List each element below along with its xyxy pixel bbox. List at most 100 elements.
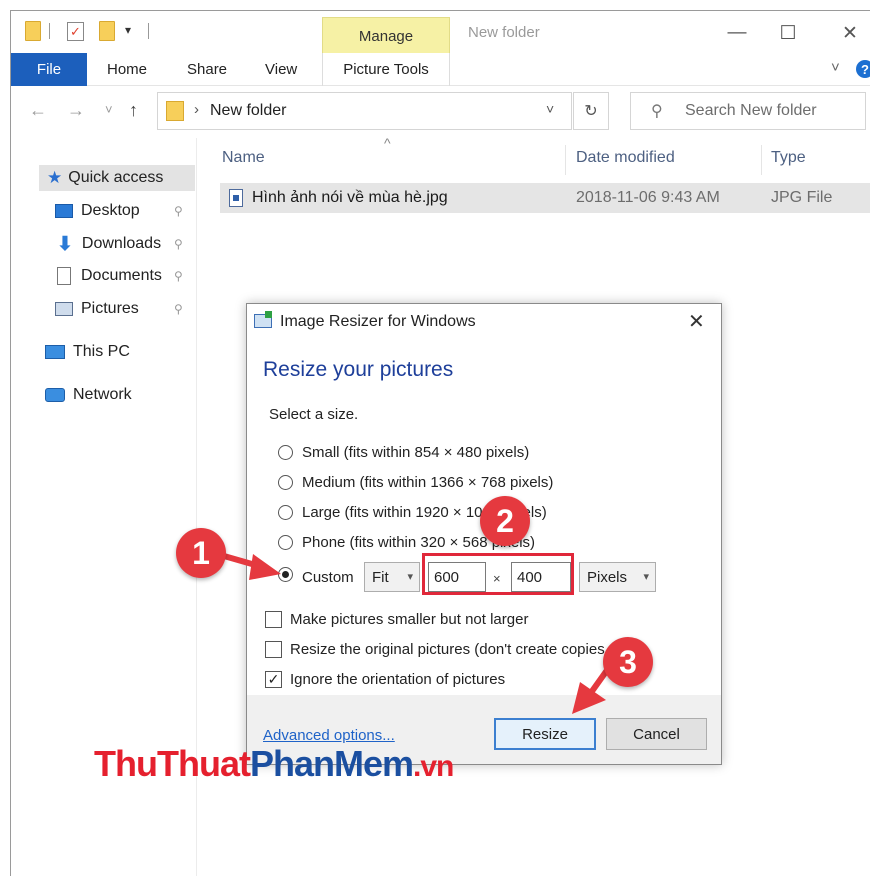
fit-mode-value: Fit [372,568,389,586]
network-icon [45,388,65,402]
chevron-down-icon: ▾ [407,571,413,583]
unit-select[interactable]: Pixels ▾ [579,562,656,592]
maximize-button[interactable]: ☐ [773,19,803,47]
unit-value: Pixels [587,568,628,586]
sidebar-item-label: Quick access [68,169,164,186]
address-row: ← → ˅ ↑ › New folder ˅ ↻ ⚲ Search New fo… [11,86,870,138]
sidebar-item-desktop[interactable]: Desktop [55,198,140,224]
manage-tab[interactable]: Manage [322,17,450,54]
tab-share[interactable]: Share [187,61,227,78]
sidebar-item-label: Downloads [81,235,162,252]
watermark-part: .vn [413,750,454,783]
minimize-button[interactable]: — [722,19,752,47]
step-badge-1: 1 [176,528,226,578]
address-bar[interactable]: › New folder ˅ [157,92,572,130]
computer-icon [45,345,65,359]
checkbox-ignore-orientation[interactable]: ✓ [265,671,282,688]
divider [49,23,50,39]
chevron-down-icon: ▾ [643,571,649,583]
search-placeholder: Search New folder [685,102,817,119]
option-smaller-only[interactable]: Make pictures smaller but not larger [290,611,528,628]
sidebar-item-documents[interactable]: Documents [55,263,162,289]
tab-picture-tools[interactable]: Picture Tools [322,53,450,86]
breadcrumb[interactable]: New folder [210,102,286,120]
column-header-type[interactable]: Type [771,149,806,167]
size-option-custom[interactable]: Custom [302,569,354,586]
image-resizer-icon [254,311,272,328]
back-icon[interactable]: ← [29,100,47,121]
fit-mode-select[interactable]: Fit ▾ [364,562,420,592]
jpg-file-icon [229,189,243,207]
search-icon: ⚲ [651,103,663,120]
star-icon: ★ [47,168,63,187]
pin-icon[interactable]: ⚲ [174,269,183,283]
up-icon[interactable]: ↑ [129,100,138,121]
watermark-part: ThuThuat [94,743,251,784]
help-icon[interactable]: ? [856,60,870,78]
sidebar-item-quick-access[interactable]: ★ Quick access [39,165,195,191]
collapse-ribbon-icon[interactable]: ˅ [831,59,840,76]
sidebar-item-downloads[interactable]: ⬇ Downloads [55,231,161,257]
sidebar-item-label: This PC [73,343,130,360]
forward-icon[interactable]: → [67,100,85,121]
title-bar: ✓ ▾ Manage New folder — ☐ ✕ [11,11,870,54]
sidebar-item-label: Desktop [81,202,140,219]
column-header-date[interactable]: Date modified [576,149,675,167]
properties-icon[interactable]: ✓ [67,22,84,41]
document-icon [57,267,71,285]
divider[interactable] [565,145,566,175]
file-name: Hình ảnh nói về mùa hè.jpg [252,189,448,206]
sidebar-item-this-pc[interactable]: This PC [45,339,130,365]
close-icon[interactable]: ✕ [688,309,705,334]
divider [148,23,149,39]
sidebar-item-network[interactable]: Network [45,382,132,408]
folder-icon [25,21,41,41]
file-date: 2018-11-06 9:43 AM [576,189,720,206]
pin-icon[interactable]: ⚲ [174,237,183,251]
sidebar-item-pictures[interactable]: Pictures [55,296,139,322]
checkbox-resize-original[interactable] [265,641,282,658]
checkbox-smaller-only[interactable] [265,611,282,628]
radio-phone[interactable] [278,535,293,550]
window-title: New folder [468,24,540,41]
table-row[interactable]: Hình ảnh nói về mùa hè.jpg 2018-11-06 9:… [220,183,870,213]
folder-icon [166,101,184,121]
sidebar-item-label: Network [73,386,132,403]
advanced-options-link[interactable]: Advanced options... [263,727,395,744]
close-button[interactable]: ✕ [835,19,865,47]
option-ignore-orientation[interactable]: Ignore the orientation of pictures [290,671,505,688]
cancel-button[interactable]: Cancel [606,718,707,750]
resize-button[interactable]: Resize [494,718,596,750]
radio-small[interactable] [278,445,293,460]
size-option-small[interactable]: Small (fits within 854 × 480 pixels) [302,444,529,461]
radio-medium[interactable] [278,475,293,490]
step-badge-3: 3 [603,637,653,687]
sort-ascending-icon: ^ [384,135,391,151]
tab-home[interactable]: Home [107,61,147,78]
chevron-down-icon[interactable]: ˅ [546,101,554,117]
site-watermark: ThuThuatPhanMem.vn [94,743,454,785]
highlight-box [422,553,574,595]
new-folder-icon[interactable] [99,21,115,41]
option-resize-original[interactable]: Resize the original pictures (don't crea… [290,641,605,658]
step-badge-2: 2 [480,496,530,546]
customize-toolbar-icon[interactable]: ▾ [125,23,131,37]
sidebar-item-label: Documents [81,267,162,284]
divider[interactable] [761,145,762,175]
pin-icon[interactable]: ⚲ [174,204,183,218]
tab-view[interactable]: View [265,61,297,78]
sidebar-item-label: Pictures [81,300,139,317]
download-icon: ⬇ [57,233,73,255]
recent-locations-icon[interactable]: ˅ [105,102,113,117]
file-type: JPG File [771,189,833,206]
refresh-button[interactable]: ↻ [573,92,609,130]
picture-icon [55,302,73,316]
search-input[interactable]: ⚲ Search New folder [630,92,866,130]
pin-icon[interactable]: ⚲ [174,302,183,316]
size-option-medium[interactable]: Medium (fits within 1366 × 768 pixels) [302,474,553,491]
watermark-part: PhanMem [249,743,414,784]
radio-large[interactable] [278,505,293,520]
column-header-name[interactable]: Name [222,149,265,167]
tab-file[interactable]: File [11,53,87,86]
breadcrumb-separator-icon[interactable]: › [194,101,199,118]
